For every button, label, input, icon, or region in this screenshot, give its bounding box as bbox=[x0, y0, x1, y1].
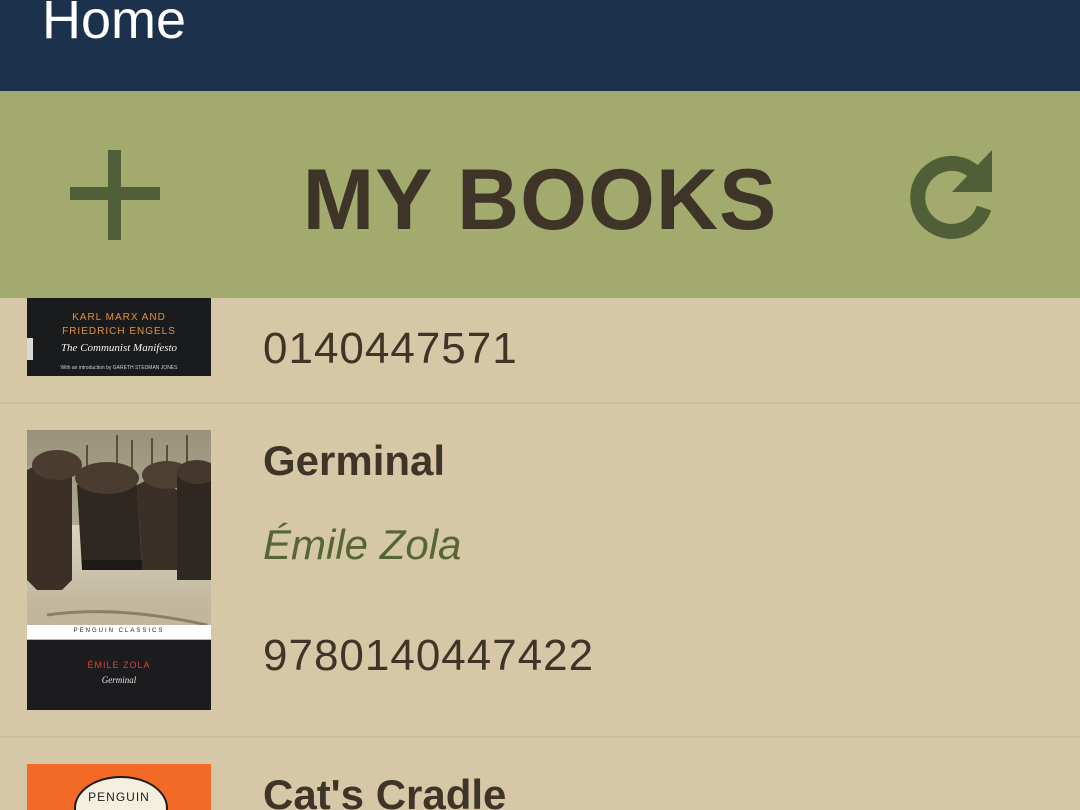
book-title: Cat's Cradle bbox=[263, 771, 507, 810]
divider bbox=[0, 736, 1080, 738]
cover-painting bbox=[27, 430, 211, 640]
cover-title: The Communist Manifesto bbox=[60, 342, 178, 354]
book-title: Germinal bbox=[263, 437, 446, 484]
refresh-icon bbox=[910, 150, 992, 239]
app-bar: Home bbox=[0, 0, 1080, 91]
cover-author: ÉMILE ZOLA bbox=[87, 660, 151, 670]
book-cover: KARL MARX AND FRIEDRICH ENGELS The Commu… bbox=[27, 298, 211, 376]
book-cover: PENGUIN bbox=[27, 764, 211, 810]
book-author: Émile Zola bbox=[263, 521, 462, 568]
book-list[interactable]: KARL MARX AND FRIEDRICH ENGELS The Commu… bbox=[0, 298, 1080, 810]
cover-series-band: PENGUIN CLASSICS bbox=[73, 628, 165, 634]
screen: Home MY BOOKS KARL MARX AND FRIEDRICH EN… bbox=[0, 0, 1080, 810]
cover-author-line-1: KARL MARX AND bbox=[72, 312, 166, 323]
book-isbn: 9780140447422 bbox=[263, 631, 595, 680]
cover-publisher: PENGUIN bbox=[88, 790, 150, 804]
app-bar-title: Home bbox=[42, 0, 187, 50]
cover-author-line-2: FRIEDRICH ENGELS bbox=[62, 326, 176, 337]
book-isbn: 0140447571 bbox=[263, 324, 518, 373]
book-cover: PENGUIN CLASSICS ÉMILE ZOLA Germinal bbox=[27, 430, 211, 710]
cover-title: Germinal bbox=[101, 675, 137, 685]
cover-intro: With an introduction by GARETH STEDMAN J… bbox=[60, 365, 178, 371]
divider bbox=[0, 402, 1080, 404]
refresh-button[interactable] bbox=[898, 140, 1008, 250]
